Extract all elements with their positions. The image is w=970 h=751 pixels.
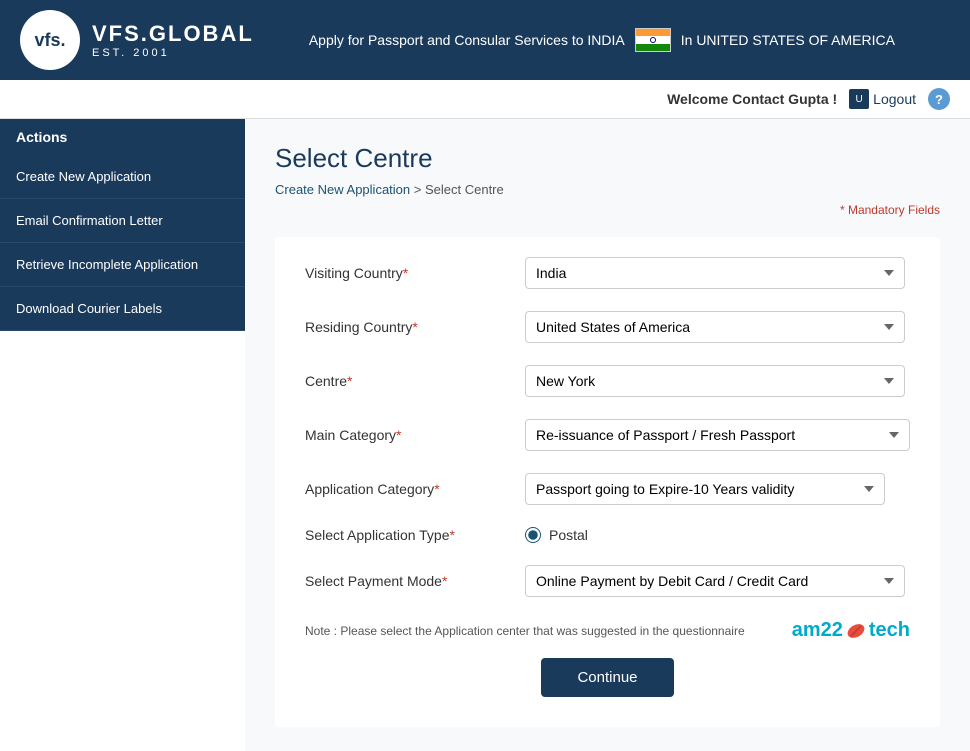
top-bar: Welcome Contact Gupta ! U Logout ?: [0, 80, 970, 119]
flag-white: [636, 36, 670, 43]
sidebar: Actions Create New Application Email Con…: [0, 119, 245, 751]
application-type-options: Postal: [525, 527, 588, 543]
help-icon[interactable]: ?: [928, 88, 950, 110]
form-wrapper: Select Centre Create New Application > S…: [275, 143, 940, 727]
main-category-select[interactable]: Re-issuance of Passport / Fresh Passport: [525, 419, 910, 451]
logout-button[interactable]: U Logout: [849, 89, 916, 109]
residing-country-row: Residing Country* United States of Ameri…: [305, 311, 910, 343]
form-note: Note : Please select the Application cen…: [305, 624, 745, 638]
logo-circle: vfs.: [20, 10, 80, 70]
app-header: vfs. VFS.GLOBAL EST. 2001 Apply for Pass…: [0, 0, 970, 80]
application-type-row: Select Application Type* Postal: [305, 527, 910, 543]
payment-mode-label: Select Payment Mode*: [305, 573, 525, 589]
sidebar-header: Actions: [0, 119, 245, 155]
visiting-country-select[interactable]: India: [525, 257, 905, 289]
application-type-postal-radio[interactable]: [525, 527, 541, 543]
flag-ashoka: [650, 37, 656, 43]
main-category-row: Main Category* Re-issuance of Passport /…: [305, 419, 910, 451]
sidebar-item-create[interactable]: Create New Application: [0, 155, 245, 199]
application-category-label: Application Category*: [305, 481, 525, 497]
payment-mode-select[interactable]: Online Payment by Debit Card / Credit Ca…: [525, 565, 905, 597]
application-type-label: Select Application Type*: [305, 527, 525, 543]
logo-text: VFS.GLOBAL EST. 2001: [92, 21, 254, 59]
header-country-text: In UNITED STATES OF AMERICA: [681, 32, 895, 48]
logo-vfs-text: vfs.: [34, 30, 65, 51]
application-category-select[interactable]: Passport going to Expire-10 Years validi…: [525, 473, 885, 505]
header-middle: Apply for Passport and Consular Services…: [254, 28, 950, 52]
application-type-postal-label: Postal: [549, 527, 588, 543]
header-service-text: Apply for Passport and Consular Services…: [309, 32, 625, 48]
flag-green: [636, 44, 670, 51]
sidebar-item-download[interactable]: Download Courier Labels: [0, 287, 245, 331]
am22-brand: am22 tech: [792, 619, 910, 642]
visiting-country-label: Visiting Country*: [305, 265, 525, 281]
centre-row: Centre* New York San Francisco Chicago: [305, 365, 910, 397]
page-title: Select Centre: [275, 143, 940, 174]
continue-button[interactable]: Continue: [541, 658, 673, 697]
note-row: Note : Please select the Application cen…: [305, 619, 910, 642]
centre-label: Centre*: [305, 373, 525, 389]
content-area: am22tech.com Select Centre Create New Ap…: [245, 119, 970, 751]
residing-country-label: Residing Country*: [305, 319, 525, 335]
am22-leaf-icon: [845, 620, 867, 642]
breadcrumb-root[interactable]: Create New Application: [275, 182, 410, 197]
india-flag: [635, 28, 671, 52]
brand-est: EST. 2001: [92, 47, 254, 59]
am22-tech-text: tech: [869, 619, 910, 642]
centre-select[interactable]: New York San Francisco Chicago: [525, 365, 905, 397]
form-section: Visiting Country* India Residing Country…: [275, 237, 940, 727]
visiting-country-row: Visiting Country* India: [305, 257, 910, 289]
welcome-message: Welcome Contact Gupta !: [667, 91, 837, 107]
breadcrumb-sep: >: [414, 182, 422, 197]
main-layout: Actions Create New Application Email Con…: [0, 119, 970, 751]
logout-icon: U: [849, 89, 869, 109]
sidebar-item-retrieve[interactable]: Retrieve Incomplete Application: [0, 243, 245, 287]
payment-mode-row: Select Payment Mode* Online Payment by D…: [305, 565, 910, 597]
main-category-label: Main Category*: [305, 427, 525, 443]
sidebar-item-email[interactable]: Email Confirmation Letter: [0, 199, 245, 243]
logo-area: vfs. VFS.GLOBAL EST. 2001: [20, 10, 254, 70]
application-category-row: Application Category* Passport going to …: [305, 473, 910, 505]
flag-orange: [636, 29, 670, 36]
brand-name: VFS.GLOBAL: [92, 21, 254, 47]
breadcrumb-current: Select Centre: [425, 182, 504, 197]
mandatory-note: Mandatory Fields: [275, 203, 940, 217]
logout-label: Logout: [873, 91, 916, 107]
am22-text: am22: [792, 619, 843, 642]
breadcrumb: Create New Application > Select Centre: [275, 182, 940, 197]
residing-country-select[interactable]: United States of America: [525, 311, 905, 343]
